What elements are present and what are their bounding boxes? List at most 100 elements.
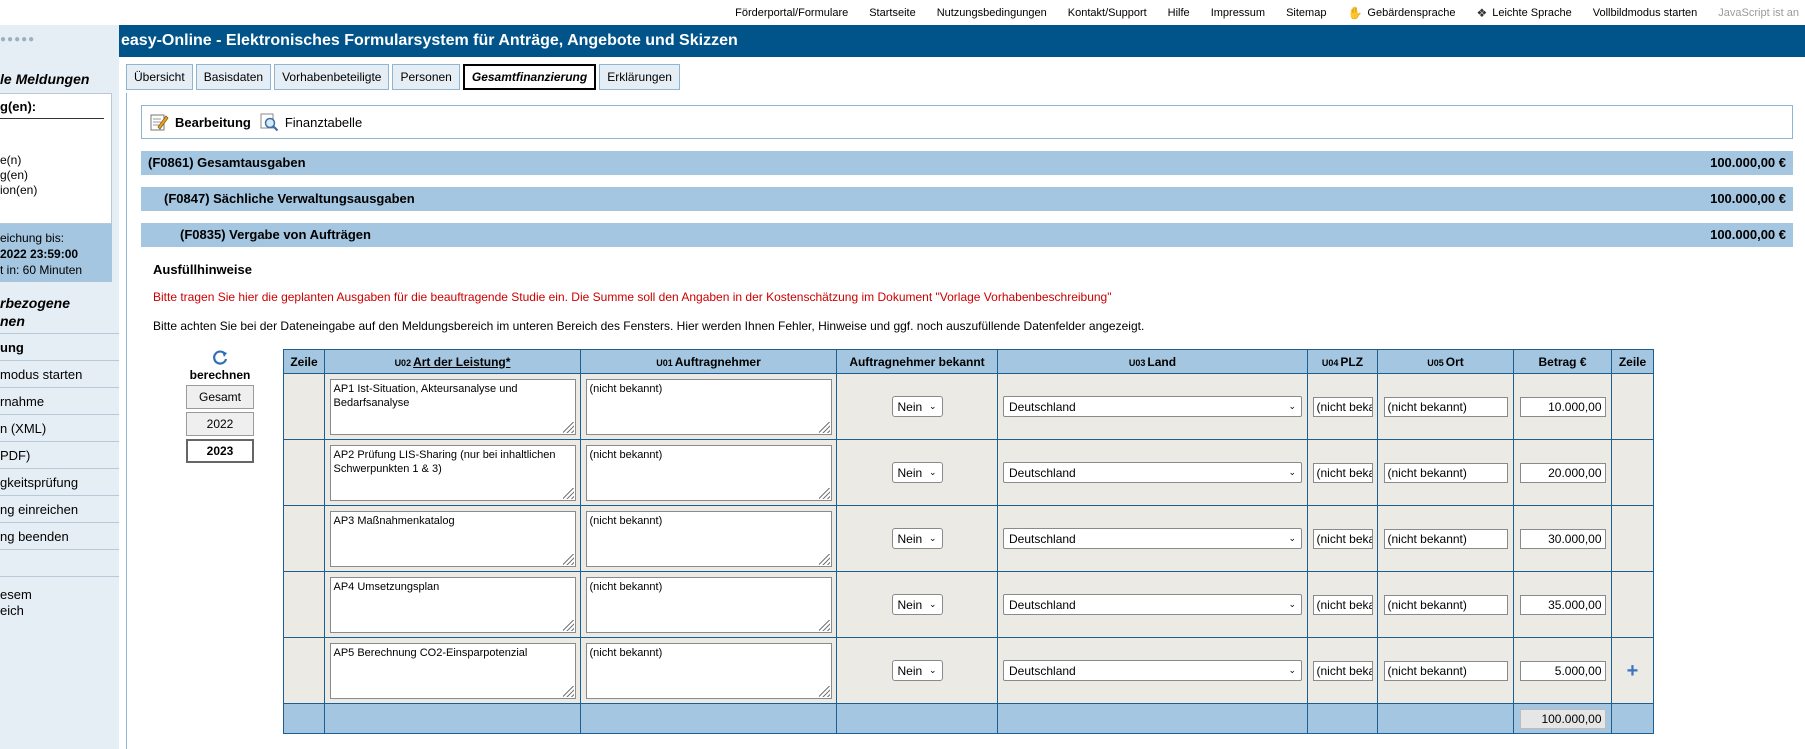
- tab-personen[interactable]: Personen: [392, 64, 460, 90]
- sidebar-item-uebernahme[interactable]: rnahme: [0, 387, 119, 414]
- section-vergabe-auftraege[interactable]: (F0835) Vergabe von Aufträgen 100.000,00…: [141, 223, 1793, 247]
- top-link[interactable]: Impressum: [1211, 7, 1265, 19]
- total-row-cell: [997, 703, 1308, 734]
- messages-item[interactable]: ion(en): [0, 183, 37, 197]
- sidebar-item-validation[interactable]: gkeitsprüfung: [0, 468, 119, 495]
- betrag-input[interactable]: 30.000,00: [1519, 528, 1606, 549]
- edit-icon[interactable]: [149, 112, 169, 132]
- resize-grip-icon[interactable]: [818, 421, 830, 433]
- auftragnehmer-textarea[interactable]: (nicht bekannt): [585, 576, 832, 633]
- betrag-input[interactable]: 10.000,00: [1519, 396, 1606, 417]
- ort-input[interactable]: (nicht bekannt): [1383, 396, 1508, 417]
- plz-input[interactable]: (nicht bekannt): [1312, 594, 1373, 615]
- sidebar-item-fullscreen[interactable]: modus starten: [0, 360, 119, 387]
- betrag-input[interactable]: 35.000,00: [1519, 594, 1606, 615]
- plz-cell: (nicht bekannt): [1307, 637, 1378, 704]
- messages-item[interactable]: e(n): [0, 153, 21, 167]
- betrag-input[interactable]: 20.000,00: [1519, 462, 1606, 483]
- finance-table-link[interactable]: Finanztabelle: [285, 115, 362, 130]
- section-label: (F0847) Sächliche Verwaltungsausgaben: [164, 191, 415, 206]
- top-link[interactable]: ✋ Gebärdensprache: [1347, 6, 1455, 20]
- land-select[interactable]: Deutschland ⌄: [1003, 594, 1302, 615]
- art-textarea[interactable]: AP3 Maßnahmenkatalog: [329, 510, 576, 567]
- art-textarea[interactable]: AP5 Berechnung CO2-Einsparpotenzial: [329, 642, 576, 699]
- art-textarea[interactable]: AP4 Umsetzungsplan: [329, 576, 576, 633]
- auftragnehmer-textarea[interactable]: (nicht bekannt): [585, 444, 832, 501]
- top-link[interactable]: ❖ Leichte Sprache: [1476, 6, 1571, 20]
- plz-input[interactable]: (nicht bekannt): [1312, 528, 1373, 549]
- col-header-art[interactable]: U02 Art der Leistung*: [324, 349, 581, 374]
- bekannt-select[interactable]: Nein ⌄: [891, 528, 943, 549]
- art-textarea[interactable]: AP1 Ist-Situation, Akteursanalyse und Be…: [329, 378, 576, 435]
- resize-grip-icon[interactable]: [562, 685, 574, 697]
- bekannt-cell: Nein ⌄: [836, 505, 998, 572]
- auftragnehmer-textarea[interactable]: (nicht bekannt): [585, 510, 832, 567]
- resize-grip-icon[interactable]: [562, 619, 574, 631]
- art-textarea[interactable]: AP2 Prüfung LIS-Sharing (nur bei inhaltl…: [329, 444, 576, 501]
- auftragnehmer-cell: (nicht bekannt): [580, 505, 837, 572]
- resize-grip-icon[interactable]: [818, 553, 830, 565]
- tab-erklaerungen[interactable]: Erklärungen: [599, 64, 680, 90]
- year-button-2022[interactable]: 2022: [186, 412, 254, 436]
- magnifier-icon[interactable]: [259, 112, 279, 132]
- total-row-cell: [1307, 703, 1378, 734]
- resize-grip-icon[interactable]: [818, 619, 830, 631]
- ort-input[interactable]: (nicht bekannt): [1383, 594, 1508, 615]
- land-select[interactable]: Deutschland ⌄: [1003, 660, 1302, 681]
- ort-input[interactable]: (nicht bekannt): [1383, 528, 1508, 549]
- land-select[interactable]: Deutschland ⌄: [1003, 462, 1302, 483]
- top-link-label: Hilfe: [1167, 6, 1190, 19]
- betrag-input[interactable]: 5.000,00: [1519, 660, 1606, 681]
- tab-gesamtfinanzierung[interactable]: Gesamtfinanzierung: [462, 64, 597, 90]
- sidebar-item-finish[interactable]: ng beenden: [0, 522, 119, 549]
- section-gesamtausgaben[interactable]: (F0861) Gesamtausgaben 100.000,00 €: [141, 151, 1793, 175]
- tab-basisdaten[interactable]: Basisdaten: [195, 64, 272, 90]
- ort-input[interactable]: (nicht bekannt): [1383, 462, 1508, 483]
- auftragnehmer-textarea[interactable]: (nicht bekannt): [585, 642, 832, 699]
- top-link[interactable]: Startseite: [869, 7, 915, 19]
- top-link[interactable]: Vollbildmodus starten: [1593, 7, 1698, 19]
- sidebar-item-pdf[interactable]: PDF): [0, 441, 119, 468]
- bekannt-select[interactable]: Nein ⌄: [891, 396, 943, 417]
- tab-vorhabenbeteiligte[interactable]: Vorhabenbeteiligte: [274, 64, 390, 90]
- ort-input[interactable]: (nicht bekannt): [1383, 660, 1508, 681]
- sidebar-item-bearbeitung[interactable]: ung: [0, 333, 119, 360]
- plz-input[interactable]: (nicht bekannt): [1312, 462, 1373, 483]
- resize-grip-icon[interactable]: [818, 487, 830, 499]
- top-link[interactable]: Nutzungsbedingungen: [937, 7, 1047, 19]
- year-button-gesamt[interactable]: Gesamt: [186, 385, 254, 409]
- plz-input[interactable]: (nicht bekannt): [1312, 396, 1373, 417]
- top-link[interactable]: Hilfe: [1168, 7, 1190, 19]
- col-header-land-label: Land: [1147, 354, 1177, 369]
- section-verwaltungsausgaben[interactable]: (F0847) Sächliche Verwaltungsausgaben 10…: [141, 187, 1793, 211]
- sidebar-item-xml[interactable]: n (XML): [0, 414, 119, 441]
- top-link[interactable]: Kontakt/Support: [1068, 7, 1147, 19]
- bekannt-select[interactable]: Nein ⌄: [891, 594, 943, 615]
- plz-input[interactable]: (nicht bekannt): [1312, 660, 1373, 681]
- top-link[interactable]: JavaScript ist an: [1718, 7, 1799, 19]
- auftragnehmer-textarea[interactable]: (nicht bekannt): [585, 378, 832, 435]
- top-link[interactable]: Förderportal/Formulare: [735, 7, 848, 19]
- row-action-cell: [1611, 505, 1654, 572]
- messages-item[interactable]: g(en): [0, 168, 28, 182]
- bekannt-cell: Nein ⌄: [836, 373, 998, 440]
- resize-grip-icon[interactable]: [562, 421, 574, 433]
- add-row-icon[interactable]: +: [1627, 661, 1639, 681]
- col-code: U03: [1128, 357, 1146, 368]
- sidebar-item-submit[interactable]: ng einreichen: [0, 495, 119, 522]
- sidebar-collapse-handle[interactable]: ●●●●●: [0, 34, 35, 45]
- land-select[interactable]: Deutschland ⌄: [1003, 528, 1302, 549]
- bekannt-select[interactable]: Nein ⌄: [891, 462, 943, 483]
- edit-label[interactable]: Bearbeitung: [175, 115, 251, 130]
- tab-uebersicht[interactable]: Übersicht: [126, 64, 193, 90]
- resize-grip-icon[interactable]: [562, 487, 574, 499]
- land-select[interactable]: Deutschland ⌄: [1003, 396, 1302, 417]
- total-amount: 100.000,00: [1519, 708, 1606, 729]
- calculate-button[interactable]: berechnen: [185, 368, 255, 382]
- resize-grip-icon[interactable]: [818, 685, 830, 697]
- year-button-2023[interactable]: 2023: [186, 439, 254, 463]
- top-link[interactable]: Sitemap: [1286, 7, 1326, 19]
- refresh-icon[interactable]: [211, 349, 229, 367]
- bekannt-select[interactable]: Nein ⌄: [891, 660, 943, 681]
- resize-grip-icon[interactable]: [562, 553, 574, 565]
